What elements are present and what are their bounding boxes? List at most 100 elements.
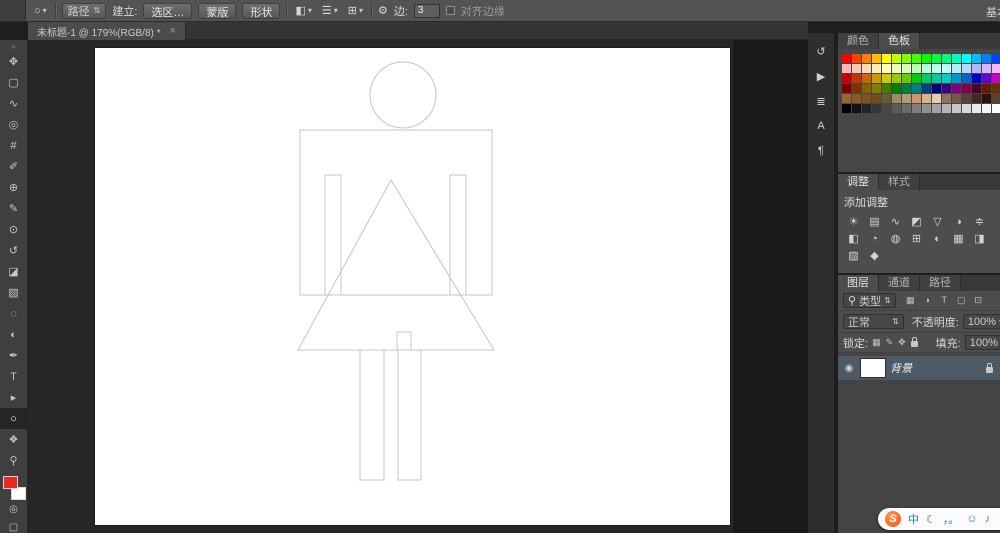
color-swatch[interactable] xyxy=(922,104,931,113)
color-swatch[interactable] xyxy=(942,104,951,113)
lasso-tool[interactable]: ∿ xyxy=(0,93,28,114)
color-swatch[interactable] xyxy=(922,74,931,83)
path-selection-tool[interactable]: ▸ xyxy=(0,387,28,408)
levels-icon[interactable]: ▤ xyxy=(864,213,885,230)
input-mode-chinese[interactable]: 中 xyxy=(908,511,919,527)
mask-button[interactable]: 蒙版 xyxy=(198,3,236,19)
color-swatch[interactable] xyxy=(862,94,871,103)
color-swatch[interactable] xyxy=(992,104,1000,113)
blur-tool[interactable]: ◌ xyxy=(0,303,28,324)
selective-color-icon[interactable]: ◆ xyxy=(864,247,885,264)
gradient-map-icon[interactable]: ▨ xyxy=(843,247,864,264)
threshold-icon[interactable]: ◨ xyxy=(969,230,990,247)
color-swatch[interactable] xyxy=(912,104,921,113)
color-swatch[interactable] xyxy=(882,84,891,93)
tool-mode-select[interactable]: 路径 ⇅ xyxy=(62,3,107,19)
shape-button[interactable]: 形状 xyxy=(242,3,280,19)
eyedropper-tool[interactable]: ✐ xyxy=(0,156,28,177)
lock-transparency-icon[interactable]: ▦ xyxy=(872,337,881,348)
color-swatch[interactable] xyxy=(892,74,901,83)
color-swatch[interactable] xyxy=(842,64,851,73)
color-swatch[interactable] xyxy=(842,94,851,103)
color-swatch[interactable] xyxy=(922,54,931,63)
color-swatch[interactable] xyxy=(972,104,981,113)
tab-paths[interactable]: 路径 xyxy=(920,275,961,291)
color-swatch[interactable] xyxy=(962,104,971,113)
color-balance-icon[interactable]: ≑ xyxy=(969,213,990,230)
color-swatch[interactable] xyxy=(882,54,891,63)
fullwidth-moon-icon[interactable]: ☾ xyxy=(926,513,936,526)
color-swatch[interactable] xyxy=(862,84,871,93)
properties-panel-icon[interactable]: ≣ xyxy=(811,91,831,111)
lock-image-icon[interactable]: ✎ xyxy=(886,337,894,348)
gradient-tool[interactable]: ▧ xyxy=(0,282,28,303)
color-swatch[interactable] xyxy=(992,64,1000,73)
color-swatch[interactable] xyxy=(882,64,891,73)
zoom-tool[interactable]: ⚲ xyxy=(0,450,28,471)
color-swatch[interactable] xyxy=(912,94,921,103)
tab-layers[interactable]: 图层 xyxy=(838,275,879,291)
voice-input-icon[interactable]: ♪ xyxy=(985,513,991,525)
curves-icon[interactable]: ∿ xyxy=(885,213,906,230)
brightness-contrast-icon[interactable]: ☀ xyxy=(843,213,864,230)
history-brush-tool[interactable]: ↺ xyxy=(0,240,28,261)
color-swatch[interactable] xyxy=(872,54,881,63)
document-canvas[interactable] xyxy=(95,48,730,525)
color-swatch[interactable] xyxy=(962,64,971,73)
color-swatch[interactable] xyxy=(992,84,1000,93)
color-swatch[interactable] xyxy=(872,64,881,73)
document-tab[interactable]: 未标题-1 @ 179%(RGB/8) * × xyxy=(28,22,186,40)
color-swatch[interactable] xyxy=(942,84,951,93)
color-swatch[interactable] xyxy=(912,74,921,83)
color-picker-widget[interactable] xyxy=(2,475,26,500)
color-swatch[interactable] xyxy=(922,94,931,103)
color-swatch[interactable] xyxy=(902,94,911,103)
layer-thumbnail[interactable] xyxy=(861,359,885,377)
workspace-switcher[interactable]: 基本 xyxy=(986,4,1000,20)
blend-mode-select[interactable]: 正常 ⇅ xyxy=(843,314,904,329)
tab-adjustments[interactable]: 调整 xyxy=(838,174,879,190)
fill-input[interactable]: 100% ▾ xyxy=(965,335,1000,350)
color-swatch[interactable] xyxy=(992,94,1000,103)
crop-tool[interactable]: # xyxy=(0,135,28,156)
tab-styles[interactable]: 样式 xyxy=(879,174,920,190)
color-swatch[interactable] xyxy=(902,74,911,83)
color-swatch[interactable] xyxy=(972,64,981,73)
filter-adjustment-layers-icon[interactable]: ◑ xyxy=(921,295,934,306)
color-swatch[interactable] xyxy=(962,74,971,83)
ime-toolbar[interactable]: S 中☾，。☺♪ xyxy=(878,508,1000,530)
brush-tool[interactable]: ✎ xyxy=(0,198,28,219)
rectangular-marquee-tool[interactable]: ▢ xyxy=(0,72,28,93)
color-swatch[interactable] xyxy=(862,104,871,113)
ellipse-tool[interactable]: ○ xyxy=(0,408,28,429)
vibrance-icon[interactable]: ▽ xyxy=(927,213,948,230)
color-swatch[interactable] xyxy=(962,94,971,103)
paragraph-panel-icon[interactable]: ¶ xyxy=(811,141,831,161)
color-swatch[interactable] xyxy=(942,94,951,103)
opacity-input[interactable]: 100% ▾ xyxy=(963,314,1000,329)
color-swatch[interactable] xyxy=(862,64,871,73)
character-panel-icon[interactable]: A xyxy=(811,116,831,136)
visibility-eye-icon[interactable]: ◉ xyxy=(842,363,856,374)
path-operations-dropdown[interactable]: ◧ ▾ xyxy=(293,4,313,17)
color-swatch[interactable] xyxy=(842,104,851,113)
color-swatch[interactable] xyxy=(952,94,961,103)
horizontal-type-tool[interactable]: T xyxy=(0,366,28,387)
color-swatch[interactable] xyxy=(892,84,901,93)
color-swatch[interactable] xyxy=(892,104,901,113)
color-swatch[interactable] xyxy=(942,74,951,83)
invert-icon[interactable]: ◐ xyxy=(927,230,948,247)
color-swatch[interactable] xyxy=(862,54,871,63)
color-swatch[interactable] xyxy=(852,74,861,83)
color-swatch[interactable] xyxy=(972,84,981,93)
color-swatch[interactable] xyxy=(882,74,891,83)
color-swatch[interactable] xyxy=(842,74,851,83)
history-panel-icon[interactable]: ↺ xyxy=(811,41,831,61)
pen-tool[interactable]: ✒ xyxy=(0,345,28,366)
color-swatch[interactable] xyxy=(982,64,991,73)
channel-mixer-icon[interactable]: ◍ xyxy=(885,230,906,247)
color-swatch[interactable] xyxy=(882,104,891,113)
clone-stamp-tool[interactable]: ⊙ xyxy=(0,219,28,240)
color-lookup-icon[interactable]: ⊞ xyxy=(906,230,927,247)
path-alignment-dropdown[interactable]: ☰ ▾ xyxy=(320,4,340,17)
